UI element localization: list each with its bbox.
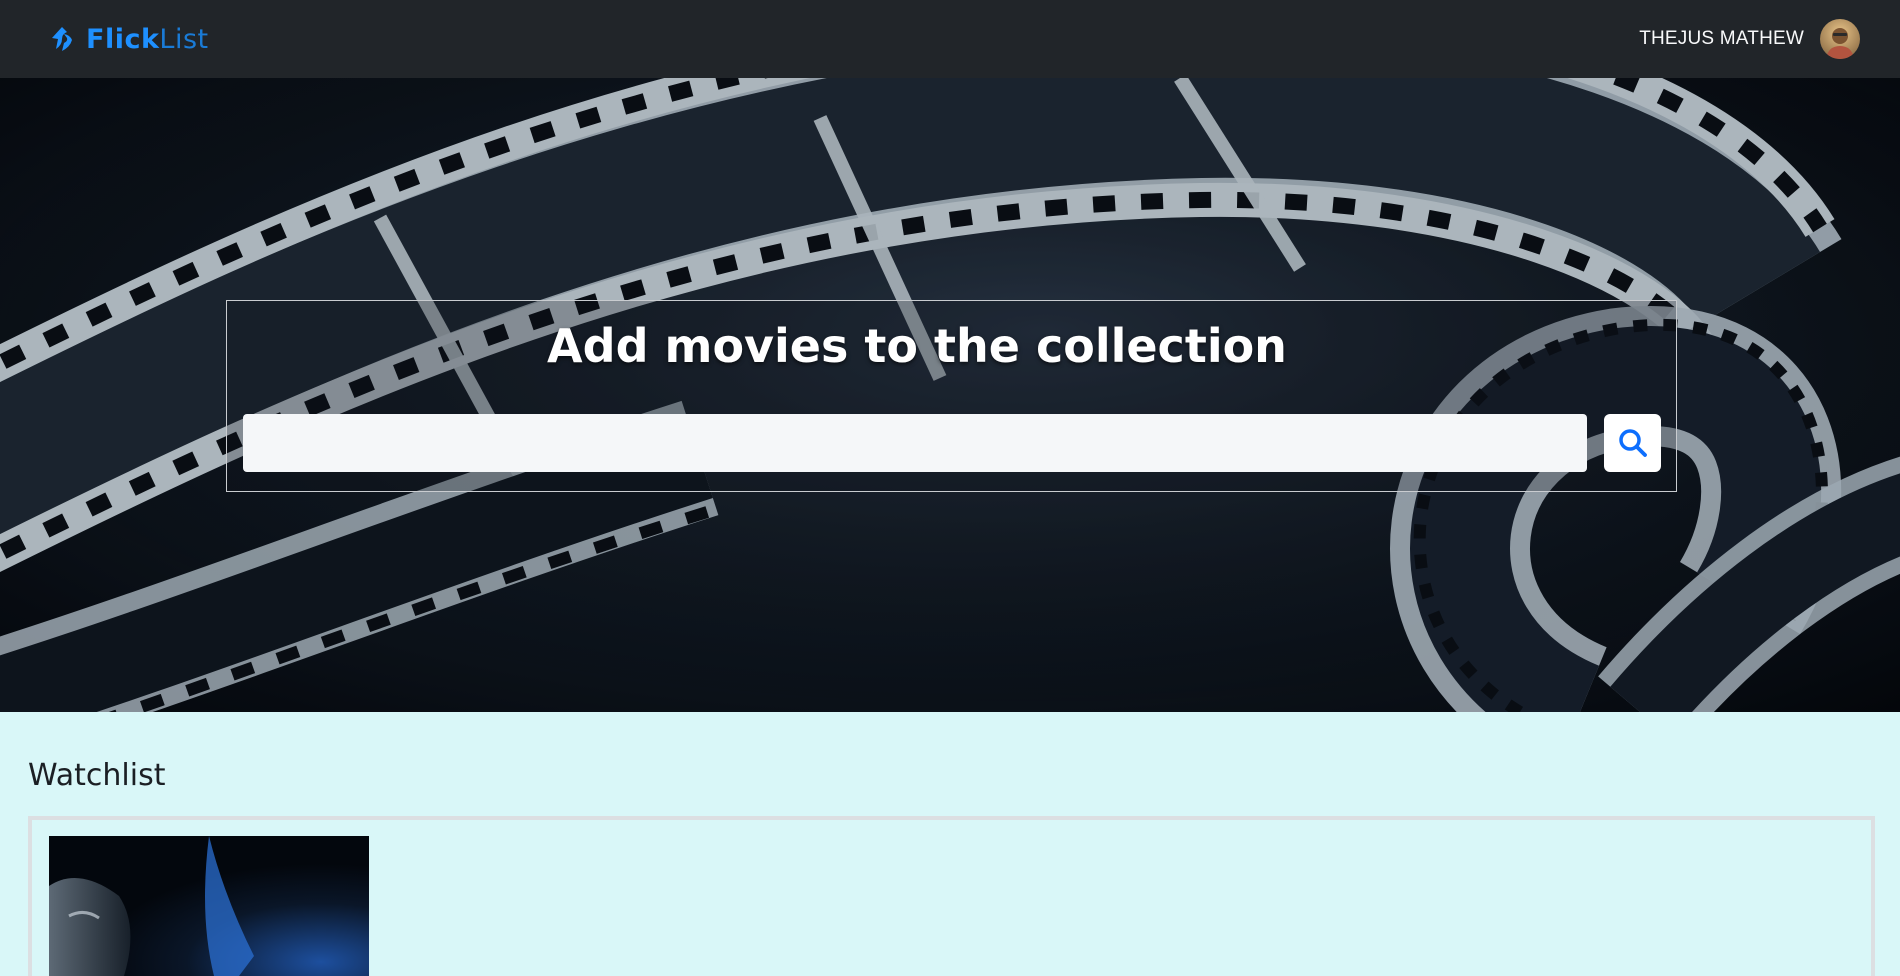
hero-banner: Add movies to the collection: [0, 78, 1900, 712]
brand-logo-icon: [52, 27, 72, 51]
movie-poster[interactable]: [49, 836, 369, 976]
brand-name-part1: Flick: [86, 23, 160, 55]
user-avatar[interactable]: [1820, 19, 1860, 59]
search-button[interactable]: [1604, 414, 1661, 472]
brand-logo-link[interactable]: FlickList: [48, 24, 209, 55]
search-panel: Add movies to the collection: [226, 300, 1677, 492]
movie-poster-image: [49, 836, 369, 976]
brand-name: FlickList: [86, 24, 209, 55]
user-menu[interactable]: THEJUS MATHEW: [1639, 19, 1860, 59]
movie-search-input[interactable]: [243, 414, 1587, 472]
hero-title: Add movies to the collection: [547, 319, 1287, 373]
user-name: THEJUS MATHEW: [1639, 28, 1804, 49]
search-icon: [1618, 429, 1647, 457]
watchlist-heading: Watchlist: [28, 758, 166, 793]
brand-name-part2: List: [159, 23, 209, 55]
watchlist-container: [28, 816, 1875, 976]
top-navbar: FlickList THEJUS MATHEW: [0, 0, 1900, 78]
